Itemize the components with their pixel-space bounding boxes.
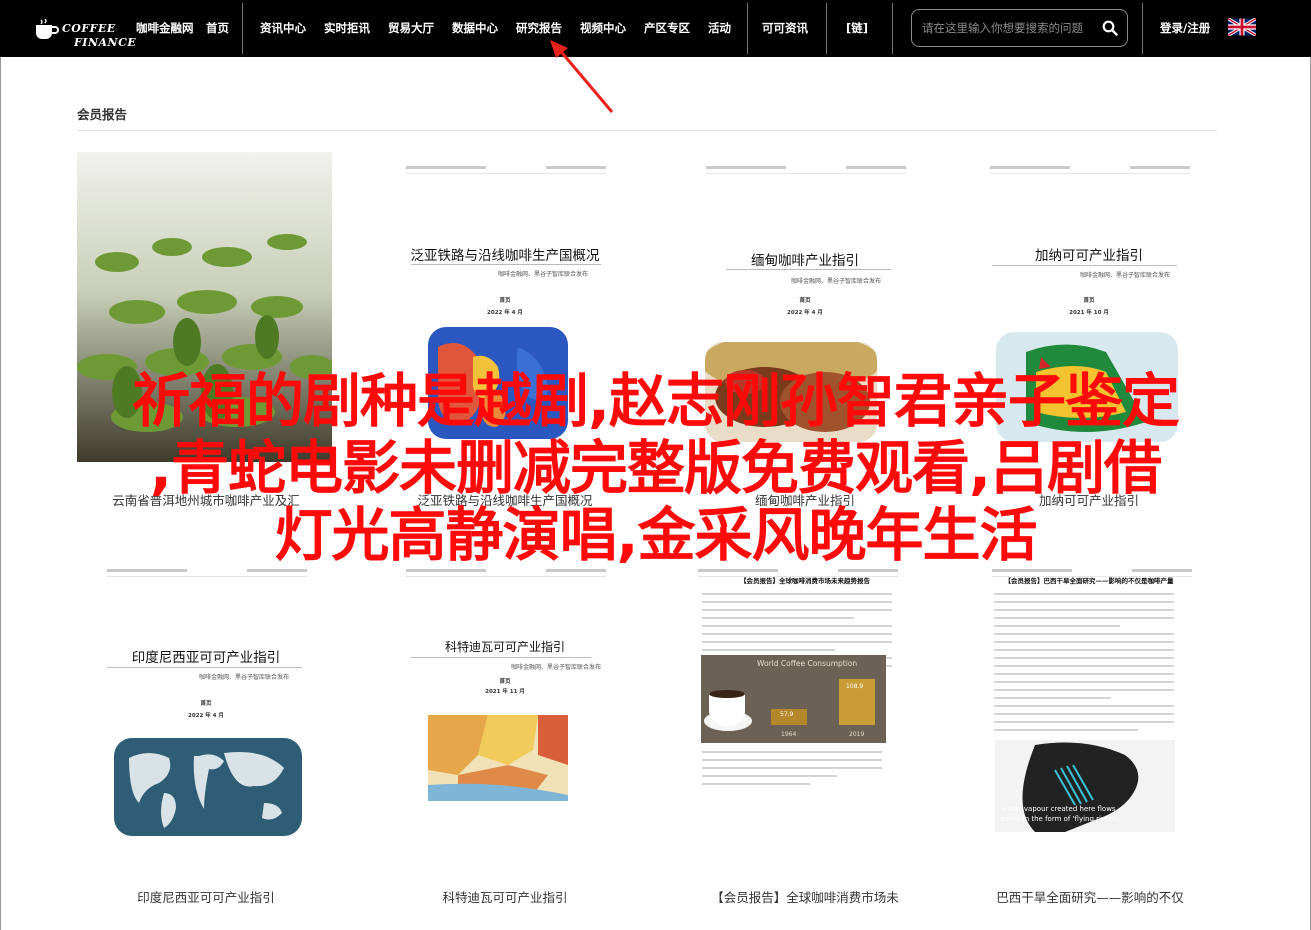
doc-label: 首页 <box>499 298 511 304</box>
report-card[interactable]: 【会员报告】全球咖啡消费市场未来趋势报告 World Coffee Consum… <box>676 555 934 865</box>
report-caption[interactable]: 巴西干旱全面研究——影响的不仅 <box>940 887 1240 906</box>
nav-home[interactable]: 首页 <box>206 0 229 57</box>
doc-publisher: 咖啡金融网、黑谷子智库联合发布 <box>791 278 882 285</box>
doc-text-lines <box>994 593 1174 737</box>
doc-label: 首页 <box>499 679 511 685</box>
cote-divoire-map-image <box>428 715 568 801</box>
headline-line-2: ,青蛇电影未删减完整版免费观看,吕剧借 <box>149 434 1162 502</box>
nav-divider <box>892 3 893 54</box>
doc-label: 首页 <box>200 701 212 707</box>
nav-divider <box>826 3 827 54</box>
site-logo[interactable]: COFFEE FINANCE <box>34 7 136 49</box>
search-box[interactable] <box>911 9 1128 47</box>
logo-text-line2: FINANCE <box>74 36 137 49</box>
doc-date: 2022 年 4 月 <box>487 310 523 316</box>
report-card[interactable]: 科特迪瓦可可产业指引 咖啡金融网、黑谷子智库联合发布 首页 2021 年 11 … <box>376 555 634 910</box>
doc-title: 加纳可可产业指引 <box>1035 248 1143 264</box>
nav-activities[interactable]: 活动 <box>708 0 731 57</box>
coffee-cup-icon <box>704 690 752 731</box>
chart-bar-1964: 57,9 <box>771 709 807 725</box>
nav-origin-zone[interactable]: 产区专区 <box>644 0 690 57</box>
doc-date: 2021 年 11 月 <box>485 689 525 695</box>
nav-trade-hall[interactable]: 贸易大厅 <box>388 0 434 57</box>
doc-title: 泛亚铁路与沿线咖啡生产国概况 <box>410 248 600 264</box>
logo-text-line1: COFFEE <box>62 22 116 35</box>
nav-divider <box>747 3 748 54</box>
doc-title: 科特迪瓦可可产业指引 <box>444 640 565 654</box>
nav-cocoa-news[interactable]: 可可资讯 <box>762 0 808 57</box>
overlay-headline: 祈福的剧种是越剧,赵志刚孙智君亲子鉴定 ,青蛇电影未删减完整版免费观看,吕剧借 … <box>0 368 1311 569</box>
doc-date: 2022 年 4 月 <box>787 310 823 316</box>
chart-bar-2019: 108,9 <box>839 679 875 725</box>
login-register-link[interactable]: 登录/注册 <box>1160 0 1210 57</box>
nav-realtime[interactable]: 实时拒讯 <box>324 0 370 57</box>
red-arrow-annotation <box>550 40 614 113</box>
top-navigation-bar: COFFEE FINANCE 咖啡金融网 首页 资讯中心 实时拒讯 贸易大厅 数… <box>0 0 1311 57</box>
doc-title: 【会员报告】巴西干旱全面研究——影响的不仅是咖啡产量 <box>1004 577 1174 585</box>
nav-news-center[interactable]: 资讯中心 <box>260 0 306 57</box>
search-icon[interactable] <box>1102 20 1118 36</box>
doc-header <box>107 569 307 577</box>
chart-value-2019: 108,9 <box>846 683 864 690</box>
doc-publisher: 咖啡金融网、黑谷子智库联合发布 <box>511 664 602 671</box>
chart-value-1964: 57,9 <box>780 711 794 718</box>
doc-header <box>406 569 606 577</box>
headline-line-1: 祈福的剧种是越剧,赵志刚孙智君亲子鉴定 <box>131 367 1180 435</box>
doc-title: 印度尼西亚可可产业指引 <box>131 650 281 666</box>
doc-text-lines <box>702 751 882 791</box>
doc-publisher: 咖啡金融网、黑谷子智库联合发布 <box>498 271 589 278</box>
doc-date: 2022 年 4 月 <box>188 713 224 719</box>
chart-label-2019: 2019 <box>849 731 865 738</box>
search-input[interactable] <box>922 19 1097 37</box>
nav-divider <box>242 3 243 54</box>
map-caption-line1: Water vapour created here flows <box>1001 805 1116 813</box>
chart-title: World Coffee Consumption <box>757 659 858 668</box>
coffee-consumption-chart: World Coffee Consumption 57,9 108,9 1964… <box>701 655 886 743</box>
chart-label-1964: 1964 <box>781 731 797 738</box>
doc-header <box>990 166 1190 174</box>
section-divider <box>77 130 1217 131</box>
report-card[interactable]: 【会员报告】巴西干旱全面研究——影响的不仅是咖啡产量 Water vapour … <box>960 555 1218 865</box>
world-map-image <box>114 738 302 836</box>
headline-line-3: 灯光高静演唱,金采风晚年生活 <box>274 501 1037 569</box>
nav-data-center[interactable]: 数据中心 <box>452 0 498 57</box>
nav-divider <box>1142 3 1143 54</box>
doc-header <box>706 166 906 174</box>
doc-date: 2021 年 10 月 <box>1069 310 1109 316</box>
doc-publisher: 咖啡金融网、黑谷子智库联合发布 <box>1080 272 1171 279</box>
section-title: 会员报告 <box>77 107 128 122</box>
report-caption[interactable]: 科特迪瓦可可产业指引 <box>376 887 634 906</box>
doc-publisher: 咖啡金融网、黑谷子智库联合发布 <box>199 674 290 681</box>
doc-label: 首页 <box>1083 298 1095 304</box>
coffee-cup-icon <box>36 19 59 39</box>
doc-title: 缅甸咖啡产业指引 <box>751 253 859 269</box>
uk-flag-icon[interactable] <box>1228 18 1256 36</box>
south-america-map-image: Water vapour created here flows south in… <box>995 740 1175 832</box>
doc-header <box>406 166 606 174</box>
doc-label: 首页 <box>799 298 811 304</box>
report-caption[interactable]: 印度尼西亚可可产业指引 <box>77 887 335 906</box>
nav-coffee-finance[interactable]: 咖啡金融网 <box>136 0 194 57</box>
map-caption-line2: south in the form of 'flying rivers'. <box>1001 815 1121 823</box>
report-card[interactable]: 印度尼西亚可可产业指引 咖啡金融网、黑谷子智库联合发布 首页 2022 年 4 … <box>77 555 335 910</box>
doc-title: 【会员报告】全球咖啡消费市场未来趋势报告 <box>740 577 870 585</box>
nav-chain[interactable]: [链] <box>846 0 868 57</box>
report-caption[interactable]: 【会员报告】全球咖啡消费市场未 <box>660 887 950 906</box>
